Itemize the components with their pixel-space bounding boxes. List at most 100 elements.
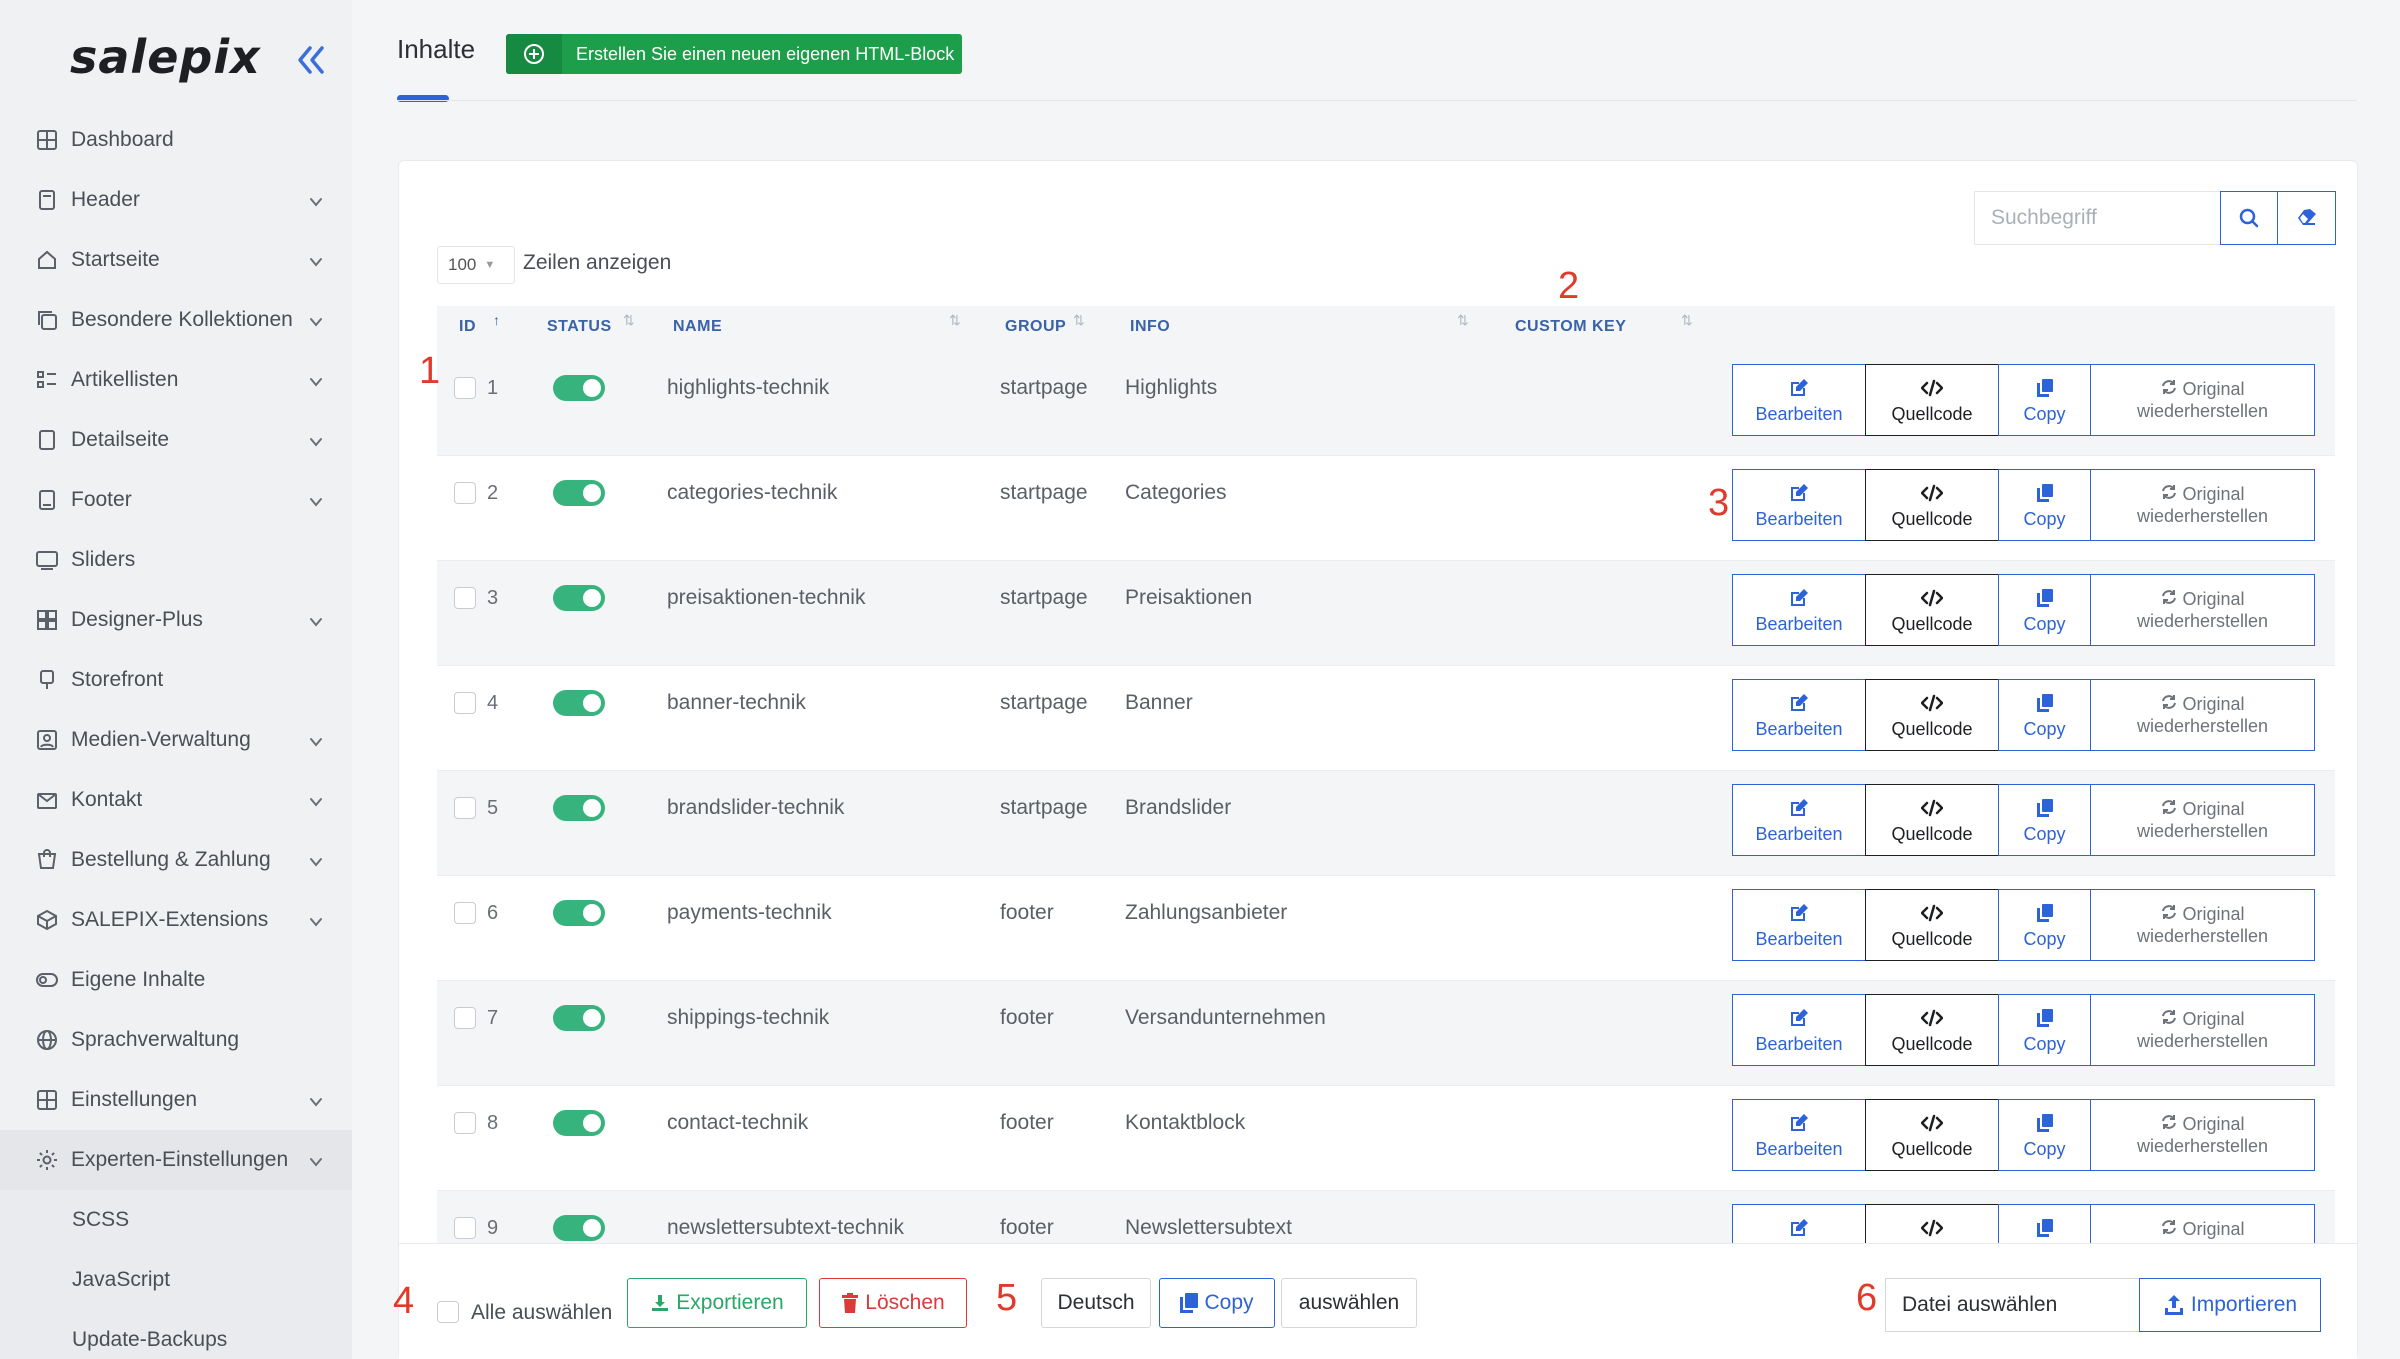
edit-button[interactable]: Bearbeiten <box>1732 784 1866 856</box>
chevron-down-icon[interactable] <box>308 1092 324 1108</box>
collapse-sidebar-icon[interactable] <box>290 40 330 80</box>
rows-per-page-select[interactable]: 100 ▼ <box>437 246 515 284</box>
status-toggle[interactable] <box>553 795 605 821</box>
sidebar-item-sliders[interactable]: Sliders <box>0 530 352 590</box>
restore-original-button[interactable]: Originalwiederherstellen <box>2090 889 2315 961</box>
status-toggle[interactable] <box>553 1215 605 1241</box>
status-toggle[interactable] <box>553 585 605 611</box>
sort-asc-icon[interactable]: ↑ <box>493 312 500 328</box>
row-checkbox[interactable] <box>454 1112 476 1134</box>
sort-icon[interactable]: ⇅ <box>1457 312 1469 329</box>
copy-button[interactable]: Copy <box>1998 364 2091 436</box>
restore-original-button[interactable]: Originalwiederherstellen <box>2090 469 2315 541</box>
sidebar-item-experten-einstellungen[interactable]: Experten-Einstellungen <box>0 1130 352 1190</box>
edit-button[interactable]: Bearbeiten <box>1732 679 1866 751</box>
restore-original-button[interactable]: Originalwiederherstellen <box>2090 679 2315 751</box>
sidebar-item-storefront[interactable]: Storefront <box>0 650 352 710</box>
clear-search-button[interactable] <box>2278 191 2336 245</box>
source-code-button[interactable]: Quellcode <box>1865 364 1999 436</box>
sort-icon[interactable]: ⇅ <box>623 312 635 329</box>
sidebar-item-footer[interactable]: Footer <box>0 470 352 530</box>
edit-button[interactable]: Bearbeiten <box>1732 994 1866 1066</box>
restore-original-button[interactable]: Originalwiederherstellen <box>2090 364 2315 436</box>
sidebar-item-medien-verwaltung[interactable]: Medien-Verwaltung <box>0 710 352 770</box>
edit-button[interactable]: Bearbeiten <box>1732 889 1866 961</box>
new-html-block-button[interactable]: Erstellen Sie einen neuen eigenen HTML-B… <box>506 34 962 74</box>
source-code-button[interactable]: Quellcode <box>1865 889 1999 961</box>
sidebar-item-startseite[interactable]: Startseite <box>0 230 352 290</box>
import-button[interactable]: Importieren <box>2139 1278 2321 1332</box>
search-input[interactable]: Suchbegriff <box>1974 191 2220 245</box>
column-header-info[interactable]: INFO <box>1130 318 1170 336</box>
chevron-down-icon[interactable] <box>308 1152 324 1168</box>
edit-button[interactable]: Bearbeiten <box>1732 1099 1866 1171</box>
sidebar-item-kontakt[interactable]: Kontakt <box>0 770 352 830</box>
copy-button[interactable]: Copy <box>1998 889 2091 961</box>
sidebar-subitem-update-backups[interactable]: Update-Backups <box>0 1310 352 1359</box>
sort-icon[interactable]: ⇅ <box>949 312 961 329</box>
status-toggle[interactable] <box>553 690 605 716</box>
row-checkbox[interactable] <box>454 1007 476 1029</box>
source-code-button[interactable]: Quellcode <box>1865 469 1999 541</box>
status-toggle[interactable] <box>553 1110 605 1136</box>
status-toggle[interactable] <box>553 900 605 926</box>
sidebar-item-bestellung-zahlung[interactable]: Bestellung & Zahlung <box>0 830 352 890</box>
copy-button[interactable]: Copy <box>1998 1099 2091 1171</box>
file-input[interactable]: Datei auswählen <box>1885 1278 2139 1332</box>
chevron-down-icon[interactable] <box>308 252 324 268</box>
chevron-down-icon[interactable] <box>308 312 324 328</box>
row-checkbox[interactable] <box>454 377 476 399</box>
chevron-down-icon[interactable] <box>308 492 324 508</box>
row-checkbox[interactable] <box>454 797 476 819</box>
sort-icon[interactable]: ⇅ <box>1073 312 1085 329</box>
column-header-custom-key[interactable]: CUSTOM KEY <box>1515 318 1626 336</box>
copy-button[interactable]: Copy <box>1998 469 2091 541</box>
sidebar-subitem-scss[interactable]: SCSS <box>0 1190 352 1250</box>
delete-button[interactable]: Löschen <box>819 1278 967 1328</box>
sidebar-item-dashboard[interactable]: Dashboard <box>0 110 352 170</box>
column-header-name[interactable]: NAME <box>673 318 722 336</box>
status-toggle[interactable] <box>553 480 605 506</box>
sidebar-item-besondere-kollektionen[interactable]: Besondere Kollektionen <box>0 290 352 350</box>
restore-original-button[interactable]: Originalwiederherstellen <box>2090 784 2315 856</box>
choose-button[interactable]: auswählen <box>1281 1278 1417 1328</box>
logo[interactable]: salepix <box>70 30 261 84</box>
chevron-down-icon[interactable] <box>308 852 324 868</box>
row-checkbox[interactable] <box>454 482 476 504</box>
restore-original-button[interactable]: Originalwiederherstellen <box>2090 994 2315 1066</box>
row-checkbox[interactable] <box>454 902 476 924</box>
chevron-down-icon[interactable] <box>308 732 324 748</box>
copy-button[interactable]: Copy <box>1998 994 2091 1066</box>
sidebar-item-header[interactable]: Header <box>0 170 352 230</box>
edit-button[interactable]: Bearbeiten <box>1732 469 1866 541</box>
search-button[interactable] <box>2220 191 2278 245</box>
row-checkbox[interactable] <box>454 692 476 714</box>
edit-button[interactable]: Bearbeiten <box>1732 364 1866 436</box>
status-toggle[interactable] <box>553 1005 605 1031</box>
chevron-down-icon[interactable] <box>308 432 324 448</box>
chevron-down-icon[interactable] <box>308 372 324 388</box>
chevron-down-icon[interactable] <box>308 792 324 808</box>
sidebar-item-sprachverwaltung[interactable]: Sprachverwaltung <box>0 1010 352 1070</box>
status-toggle[interactable] <box>553 375 605 401</box>
restore-original-button[interactable]: Originalwiederherstellen <box>2090 1099 2315 1171</box>
sort-icon[interactable]: ⇅ <box>1681 312 1693 329</box>
source-code-button[interactable]: Quellcode <box>1865 1099 1999 1171</box>
column-header-status[interactable]: STATUS <box>547 318 612 336</box>
row-checkbox[interactable] <box>454 587 476 609</box>
edit-button[interactable]: Bearbeiten <box>1732 574 1866 646</box>
sidebar-item-einstellungen[interactable]: Einstellungen <box>0 1070 352 1130</box>
language-button[interactable]: Deutsch <box>1041 1278 1151 1328</box>
chevron-down-icon[interactable] <box>308 612 324 628</box>
chevron-down-icon[interactable] <box>308 192 324 208</box>
sidebar-item-salepix-extensions[interactable]: SALEPIX-Extensions <box>0 890 352 950</box>
copy-button[interactable]: Copy <box>1998 784 2091 856</box>
export-button[interactable]: Exportieren <box>627 1278 807 1328</box>
row-checkbox[interactable] <box>454 1217 476 1239</box>
chevron-down-icon[interactable] <box>308 912 324 928</box>
sidebar-item-artikellisten[interactable]: Artikellisten <box>0 350 352 410</box>
select-all-label[interactable]: Alle auswählen <box>471 1301 612 1325</box>
copy-button[interactable]: Copy <box>1998 679 2091 751</box>
sidebar-subitem-javascript[interactable]: JavaScript <box>0 1250 352 1310</box>
bulk-copy-button[interactable]: Copy <box>1159 1278 1275 1328</box>
